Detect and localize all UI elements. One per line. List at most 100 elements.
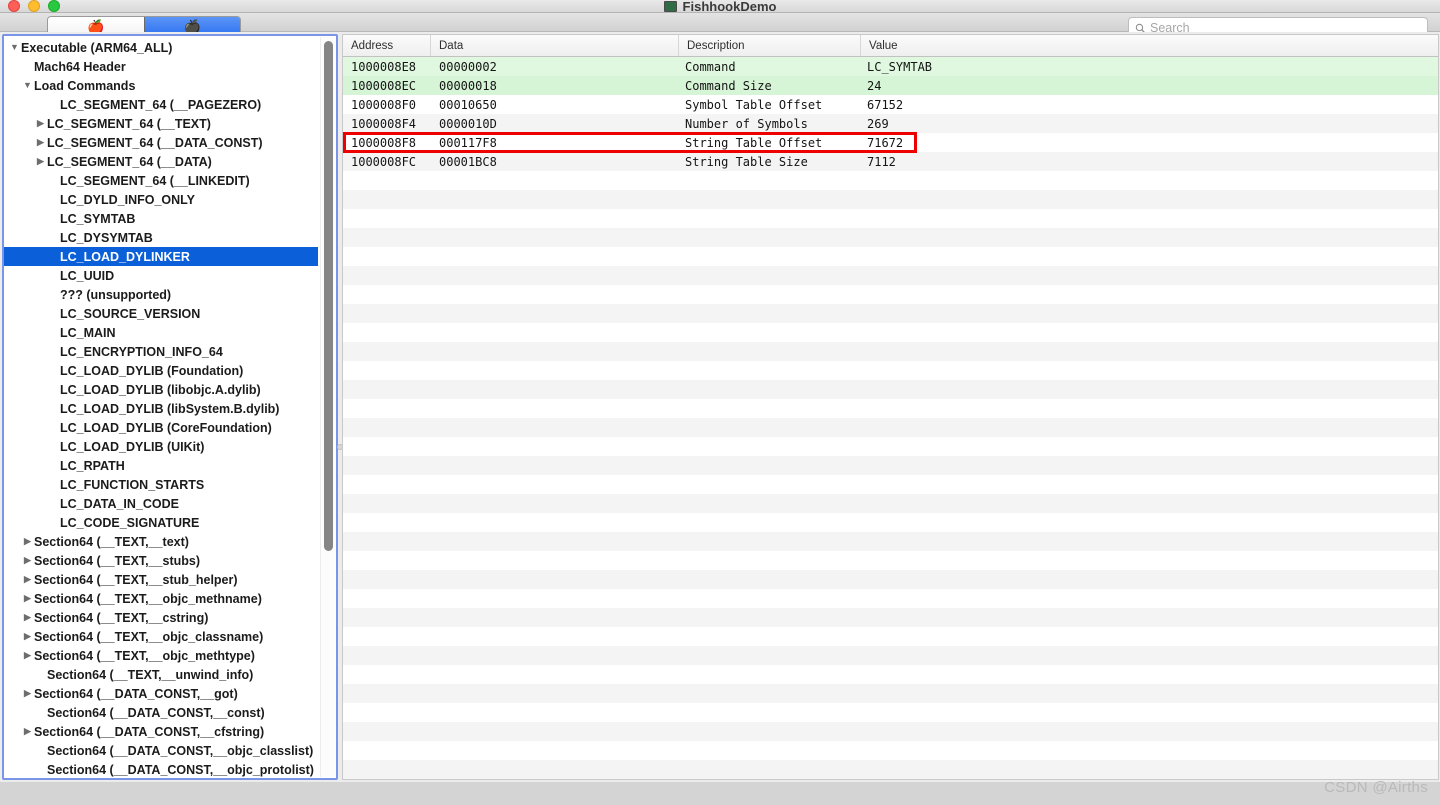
disclosure-triangle-closed-icon[interactable]: ▶ [34,119,47,128]
cell-address: 1000008F8 [351,135,417,150]
sidebar-scrollbar[interactable] [320,37,335,777]
app-window: FishhookDemo 🍎 🍎 ▼Executable (ARM64_ALL)… [0,0,1440,782]
tree-item[interactable]: LC_UUID [4,266,318,285]
tree-item[interactable]: LC_LOAD_DYLIB (UIKit) [4,437,318,456]
tree-item[interactable]: LC_ENCRYPTION_INFO_64 [4,342,318,361]
sidebar-scrollbar-thumb[interactable] [324,41,333,551]
tree-item[interactable]: LC_SEGMENT_64 (__PAGEZERO) [4,95,318,114]
tree-item[interactable]: LC_CODE_SIGNATURE [4,513,318,532]
disclosure-triangle-closed-icon[interactable]: ▶ [21,575,34,584]
tree-item[interactable]: LC_SOURCE_VERSION [4,304,318,323]
table-row[interactable]: 1000008E8 00000002 Command LC_SYMTAB [343,57,1438,76]
tree-item-label: Load Commands [34,78,136,93]
tree-item-label: LC_DYLD_INFO_ONLY [60,192,195,207]
tree-item[interactable]: ▶ Section64 (__TEXT,__cstring) [4,608,318,627]
tree-item[interactable]: ▼ Load Commands [4,76,318,95]
tree-item[interactable]: ▶ Section64 (__TEXT,__objc_methname) [4,589,318,608]
tree-item-label: Section64 (__DATA_CONST,__const) [47,705,265,720]
tree-item[interactable]: LC_DATA_IN_CODE [4,494,318,513]
tree-item[interactable]: LC_LOAD_DYLIB (libSystem.B.dylib) [4,399,318,418]
table-row[interactable]: 1000008FC 00001BC8 String Table Size 7112 [343,152,1438,171]
disclosure-triangle-closed-icon[interactable]: ▶ [21,689,34,698]
disclosure-triangle-closed-icon[interactable]: ▶ [21,556,34,565]
tree-item-label: LC_CODE_SIGNATURE [60,515,200,530]
tree-item[interactable]: LC_SYMTAB [4,209,318,228]
tree-item[interactable]: ▶ Section64 (__DATA_CONST,__cfstring) [4,722,318,741]
tree-item[interactable]: ▶ LC_SEGMENT_64 (__DATA) [4,152,318,171]
tree-item-label: LC_SYMTAB [60,211,136,226]
table-empty-row [343,399,1438,418]
tree-item[interactable]: ??? (unsupported) [4,285,318,304]
tree-item[interactable]: LC_DYSYMTAB [4,228,318,247]
cell-value: 71672 [867,135,904,150]
tree-item-label: Section64 (__TEXT,__objc_classname) [34,629,264,644]
table-body[interactable]: 1000008E8 00000002 Command LC_SYMTAB 1000008… [343,57,1438,779]
cell-address: 1000008F4 [351,116,417,131]
tree-item-label: LC_MAIN [60,325,116,340]
tree-item[interactable]: LC_LOAD_DYLIB (Foundation) [4,361,318,380]
tree-item[interactable]: ▶ Section64 (__TEXT,__stubs) [4,551,318,570]
tree-item[interactable]: ▶ Section64 (__TEXT,__objc_methtype) [4,646,318,665]
table-empty-row [343,722,1438,741]
tree-item-label: Executable (ARM64_ALL) [21,40,173,55]
tree-item[interactable]: ▶ Section64 (__TEXT,__objc_classname) [4,627,318,646]
tree-item[interactable]: Mach64 Header [4,57,318,76]
tree-item[interactable]: ▶ Section64 (__DATA_CONST,__got) [4,684,318,703]
column-header-data[interactable]: Data [431,35,679,56]
tree-item[interactable]: LC_LOAD_DYLIB (libobjc.A.dylib) [4,380,318,399]
disclosure-triangle-closed-icon[interactable]: ▶ [21,727,34,736]
tree-item-label: LC_FUNCTION_STARTS [60,477,205,492]
disclosure-triangle-closed-icon[interactable]: ▶ [21,613,34,622]
tree-item[interactable]: ▼ Executable (ARM64_ALL) [4,38,318,57]
zoom-button[interactable] [48,0,60,13]
disclosure-triangle-closed-icon[interactable]: ▶ [21,651,34,660]
tree-item[interactable]: Section64 (__DATA_CONST,__objc_protolist… [4,760,318,778]
tree-item[interactable]: ▶ Section64 (__TEXT,__stub_helper) [4,570,318,589]
tree-item[interactable]: LC_DYLD_INFO_ONLY [4,190,318,209]
tree-item[interactable]: LC_LOAD_DYLINKER [4,247,318,266]
close-button[interactable] [8,0,20,13]
tree-item[interactable]: Section64 (__TEXT,__unwind_info) [4,665,318,684]
structure-tree[interactable]: ▼ Executable (ARM64_ALL) Mach64 Header ▼ Loa… [4,36,318,778]
disclosure-triangle-open-icon[interactable]: ▼ [8,43,21,52]
column-header-address[interactable]: Address [343,35,431,56]
column-header-value[interactable]: Value [861,35,1438,56]
column-header-description[interactable]: Description [679,35,861,56]
tree-item[interactable]: LC_MAIN [4,323,318,342]
tree-item[interactable]: ▶ Section64 (__TEXT,__text) [4,532,318,551]
cell-description: Symbol Table Offset [685,97,823,112]
tree-item[interactable]: LC_RPATH [4,456,318,475]
tree-item-label: LC_LOAD_DYLIB (Foundation) [60,363,244,378]
tree-item[interactable]: LC_FUNCTION_STARTS [4,475,318,494]
table-row[interactable]: 1000008EC 00000018 Command Size 24 [343,76,1438,95]
cell-data: 000117F8 [439,135,497,150]
cell-data: 0000010D [439,116,497,131]
app-icon [663,0,677,12]
tree-item[interactable]: Section64 (__DATA_CONST,__objc_classlist… [4,741,318,760]
traffic-lights [8,0,60,13]
tree-item-label: LC_LOAD_DYLINKER [60,249,190,264]
watermark: CSDN @Airths [1324,779,1428,796]
tree-item-label: LC_DATA_IN_CODE [60,496,179,511]
disclosure-triangle-closed-icon[interactable]: ▶ [21,537,34,546]
tree-item-label: LC_LOAD_DYLIB (CoreFoundation) [60,420,272,435]
disclosure-triangle-closed-icon[interactable]: ▶ [34,157,47,166]
minimize-button[interactable] [28,0,40,13]
tree-item[interactable]: ▶ LC_SEGMENT_64 (__DATA_CONST) [4,133,318,152]
outline-sidebar[interactable]: ▼ Executable (ARM64_ALL) Mach64 Header ▼ Loa… [2,34,338,780]
table-row[interactable]: 1000008F4 0000010D Number of Symbols 269 [343,114,1438,133]
table-empty-row [343,456,1438,475]
disclosure-triangle-closed-icon[interactable]: ▶ [21,594,34,603]
detail-table[interactable]: Address Data Description Value 1000008E8 000… [342,34,1439,780]
tree-item[interactable]: Section64 (__DATA_CONST,__const) [4,703,318,722]
tree-item[interactable]: LC_LOAD_DYLIB (CoreFoundation) [4,418,318,437]
tree-item[interactable]: ▶ LC_SEGMENT_64 (__TEXT) [4,114,318,133]
disclosure-triangle-open-icon[interactable]: ▼ [21,81,34,90]
table-row[interactable]: 1000008F8 000117F8 String Table Offset 7167… [343,133,1438,152]
table-row[interactable]: 1000008F0 00010650 Symbol Table Offset 6715… [343,95,1438,114]
tree-item[interactable]: LC_SEGMENT_64 (__LINKEDIT) [4,171,318,190]
table-empty-row [343,532,1438,551]
tree-item-label: Section64 (__TEXT,__objc_methname) [34,591,262,606]
disclosure-triangle-closed-icon[interactable]: ▶ [34,138,47,147]
disclosure-triangle-closed-icon[interactable]: ▶ [21,632,34,641]
